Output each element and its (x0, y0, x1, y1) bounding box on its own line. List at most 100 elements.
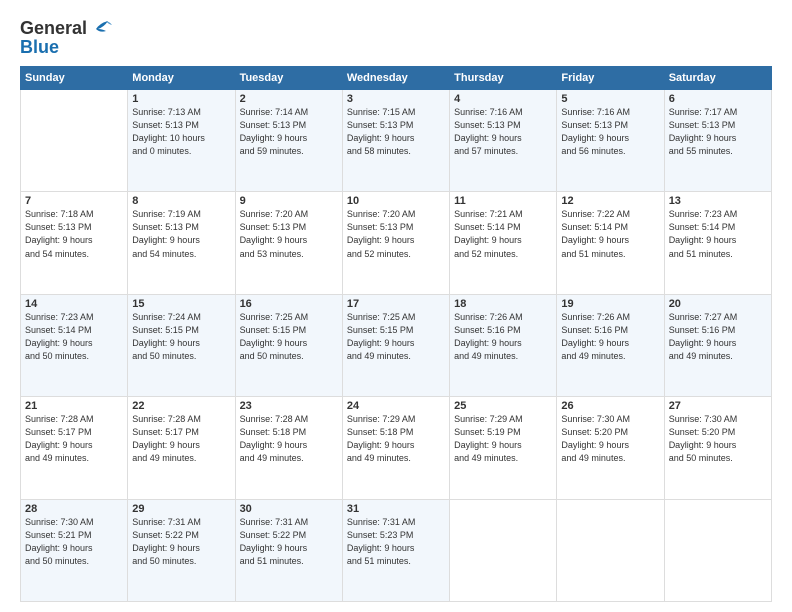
day-number: 25 (454, 400, 552, 412)
day-number: 8 (132, 195, 230, 207)
day-info: Sunrise: 7:20 AM Sunset: 5:13 PM Dayligh… (347, 208, 445, 260)
calendar-week-row: 14Sunrise: 7:23 AM Sunset: 5:14 PM Dayli… (21, 294, 772, 396)
calendar-cell: 12Sunrise: 7:22 AM Sunset: 5:14 PM Dayli… (557, 192, 664, 294)
day-number: 14 (25, 298, 123, 310)
calendar-cell: 25Sunrise: 7:29 AM Sunset: 5:19 PM Dayli… (450, 397, 557, 499)
day-info: Sunrise: 7:26 AM Sunset: 5:16 PM Dayligh… (561, 311, 659, 363)
day-number: 9 (240, 195, 338, 207)
day-number: 23 (240, 400, 338, 412)
day-info: Sunrise: 7:28 AM Sunset: 5:17 PM Dayligh… (25, 413, 123, 465)
calendar-cell: 23Sunrise: 7:28 AM Sunset: 5:18 PM Dayli… (235, 397, 342, 499)
day-number: 28 (25, 503, 123, 515)
calendar-cell: 7Sunrise: 7:18 AM Sunset: 5:13 PM Daylig… (21, 192, 128, 294)
day-number: 24 (347, 400, 445, 412)
day-info: Sunrise: 7:16 AM Sunset: 5:13 PM Dayligh… (561, 106, 659, 158)
calendar-cell: 21Sunrise: 7:28 AM Sunset: 5:17 PM Dayli… (21, 397, 128, 499)
day-number: 15 (132, 298, 230, 310)
day-number: 11 (454, 195, 552, 207)
day-info: Sunrise: 7:29 AM Sunset: 5:19 PM Dayligh… (454, 413, 552, 465)
day-info: Sunrise: 7:31 AM Sunset: 5:22 PM Dayligh… (132, 516, 230, 568)
day-number: 27 (669, 400, 767, 412)
calendar-cell: 15Sunrise: 7:24 AM Sunset: 5:15 PM Dayli… (128, 294, 235, 396)
day-number: 7 (25, 195, 123, 207)
day-number: 31 (347, 503, 445, 515)
day-number: 1 (132, 93, 230, 105)
day-info: Sunrise: 7:16 AM Sunset: 5:13 PM Dayligh… (454, 106, 552, 158)
calendar-cell: 11Sunrise: 7:21 AM Sunset: 5:14 PM Dayli… (450, 192, 557, 294)
day-info: Sunrise: 7:27 AM Sunset: 5:16 PM Dayligh… (669, 311, 767, 363)
calendar-cell: 24Sunrise: 7:29 AM Sunset: 5:18 PM Dayli… (342, 397, 449, 499)
calendar-cell: 29Sunrise: 7:31 AM Sunset: 5:22 PM Dayli… (128, 499, 235, 601)
weekday-header-row: SundayMondayTuesdayWednesdayThursdayFrid… (21, 67, 772, 90)
day-info: Sunrise: 7:28 AM Sunset: 5:18 PM Dayligh… (240, 413, 338, 465)
day-number: 17 (347, 298, 445, 310)
day-info: Sunrise: 7:24 AM Sunset: 5:15 PM Dayligh… (132, 311, 230, 363)
day-number: 26 (561, 400, 659, 412)
calendar-cell (557, 499, 664, 601)
calendar-cell (664, 499, 771, 601)
calendar-cell: 14Sunrise: 7:23 AM Sunset: 5:14 PM Dayli… (21, 294, 128, 396)
calendar-cell: 27Sunrise: 7:30 AM Sunset: 5:20 PM Dayli… (664, 397, 771, 499)
day-number: 6 (669, 93, 767, 105)
day-info: Sunrise: 7:31 AM Sunset: 5:22 PM Dayligh… (240, 516, 338, 568)
calendar-cell: 3Sunrise: 7:15 AM Sunset: 5:13 PM Daylig… (342, 90, 449, 192)
calendar-cell: 13Sunrise: 7:23 AM Sunset: 5:14 PM Dayli… (664, 192, 771, 294)
calendar-cell: 8Sunrise: 7:19 AM Sunset: 5:13 PM Daylig… (128, 192, 235, 294)
day-info: Sunrise: 7:30 AM Sunset: 5:20 PM Dayligh… (561, 413, 659, 465)
logo-bird-icon (90, 21, 112, 37)
logo-blue-text: Blue (20, 37, 59, 58)
calendar-cell: 26Sunrise: 7:30 AM Sunset: 5:20 PM Dayli… (557, 397, 664, 499)
calendar-cell: 9Sunrise: 7:20 AM Sunset: 5:13 PM Daylig… (235, 192, 342, 294)
day-info: Sunrise: 7:28 AM Sunset: 5:17 PM Dayligh… (132, 413, 230, 465)
calendar-cell (450, 499, 557, 601)
day-number: 19 (561, 298, 659, 310)
calendar-cell: 22Sunrise: 7:28 AM Sunset: 5:17 PM Dayli… (128, 397, 235, 499)
weekday-header-wednesday: Wednesday (342, 67, 449, 90)
calendar-week-row: 21Sunrise: 7:28 AM Sunset: 5:17 PM Dayli… (21, 397, 772, 499)
calendar-week-row: 28Sunrise: 7:30 AM Sunset: 5:21 PM Dayli… (21, 499, 772, 601)
calendar-cell: 5Sunrise: 7:16 AM Sunset: 5:13 PM Daylig… (557, 90, 664, 192)
header: General Blue (20, 18, 772, 58)
day-number: 13 (669, 195, 767, 207)
weekday-header-sunday: Sunday (21, 67, 128, 90)
calendar-cell: 4Sunrise: 7:16 AM Sunset: 5:13 PM Daylig… (450, 90, 557, 192)
calendar-cell: 2Sunrise: 7:14 AM Sunset: 5:13 PM Daylig… (235, 90, 342, 192)
day-number: 5 (561, 93, 659, 105)
day-number: 16 (240, 298, 338, 310)
day-number: 10 (347, 195, 445, 207)
day-info: Sunrise: 7:25 AM Sunset: 5:15 PM Dayligh… (347, 311, 445, 363)
day-info: Sunrise: 7:29 AM Sunset: 5:18 PM Dayligh… (347, 413, 445, 465)
day-info: Sunrise: 7:14 AM Sunset: 5:13 PM Dayligh… (240, 106, 338, 158)
logo-general-text: General (20, 18, 87, 39)
calendar-week-row: 7Sunrise: 7:18 AM Sunset: 5:13 PM Daylig… (21, 192, 772, 294)
day-number: 12 (561, 195, 659, 207)
calendar-cell: 6Sunrise: 7:17 AM Sunset: 5:13 PM Daylig… (664, 90, 771, 192)
calendar-cell: 20Sunrise: 7:27 AM Sunset: 5:16 PM Dayli… (664, 294, 771, 396)
day-number: 3 (347, 93, 445, 105)
day-info: Sunrise: 7:25 AM Sunset: 5:15 PM Dayligh… (240, 311, 338, 363)
day-info: Sunrise: 7:30 AM Sunset: 5:21 PM Dayligh… (25, 516, 123, 568)
day-number: 2 (240, 93, 338, 105)
day-number: 20 (669, 298, 767, 310)
day-info: Sunrise: 7:22 AM Sunset: 5:14 PM Dayligh… (561, 208, 659, 260)
page: General Blue SundayMondayTuesdayWednesda… (0, 0, 792, 612)
day-info: Sunrise: 7:31 AM Sunset: 5:23 PM Dayligh… (347, 516, 445, 568)
day-info: Sunrise: 7:21 AM Sunset: 5:14 PM Dayligh… (454, 208, 552, 260)
day-info: Sunrise: 7:15 AM Sunset: 5:13 PM Dayligh… (347, 106, 445, 158)
day-info: Sunrise: 7:13 AM Sunset: 5:13 PM Dayligh… (132, 106, 230, 158)
day-info: Sunrise: 7:23 AM Sunset: 5:14 PM Dayligh… (669, 208, 767, 260)
weekday-header-tuesday: Tuesday (235, 67, 342, 90)
logo: General Blue (20, 18, 112, 58)
day-info: Sunrise: 7:20 AM Sunset: 5:13 PM Dayligh… (240, 208, 338, 260)
day-info: Sunrise: 7:30 AM Sunset: 5:20 PM Dayligh… (669, 413, 767, 465)
calendar-cell: 19Sunrise: 7:26 AM Sunset: 5:16 PM Dayli… (557, 294, 664, 396)
day-number: 4 (454, 93, 552, 105)
day-number: 21 (25, 400, 123, 412)
day-number: 30 (240, 503, 338, 515)
calendar-cell: 31Sunrise: 7:31 AM Sunset: 5:23 PM Dayli… (342, 499, 449, 601)
calendar-table: SundayMondayTuesdayWednesdayThursdayFrid… (20, 66, 772, 602)
day-info: Sunrise: 7:18 AM Sunset: 5:13 PM Dayligh… (25, 208, 123, 260)
day-info: Sunrise: 7:17 AM Sunset: 5:13 PM Dayligh… (669, 106, 767, 158)
calendar-cell: 30Sunrise: 7:31 AM Sunset: 5:22 PM Dayli… (235, 499, 342, 601)
day-info: Sunrise: 7:26 AM Sunset: 5:16 PM Dayligh… (454, 311, 552, 363)
